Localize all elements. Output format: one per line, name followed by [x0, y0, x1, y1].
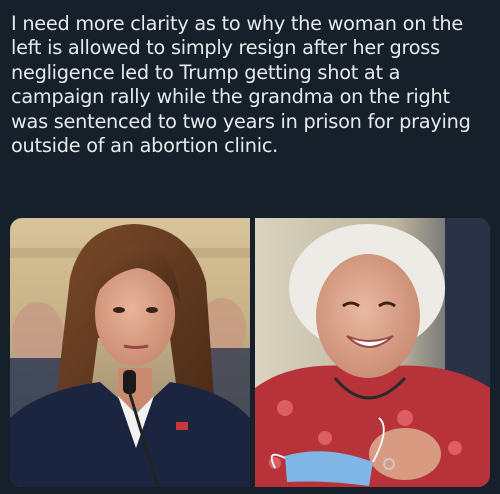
media-grid[interactable] [10, 218, 490, 487]
photo-right[interactable] [255, 218, 490, 487]
post-text: I need more clarity as to why the woman … [11, 12, 471, 158]
post-card: I need more clarity as to why the woman … [0, 0, 500, 494]
portrait-woman-hearing-photo [10, 218, 250, 487]
photo-left[interactable] [10, 218, 250, 487]
portrait-grandma-photo [255, 218, 490, 487]
